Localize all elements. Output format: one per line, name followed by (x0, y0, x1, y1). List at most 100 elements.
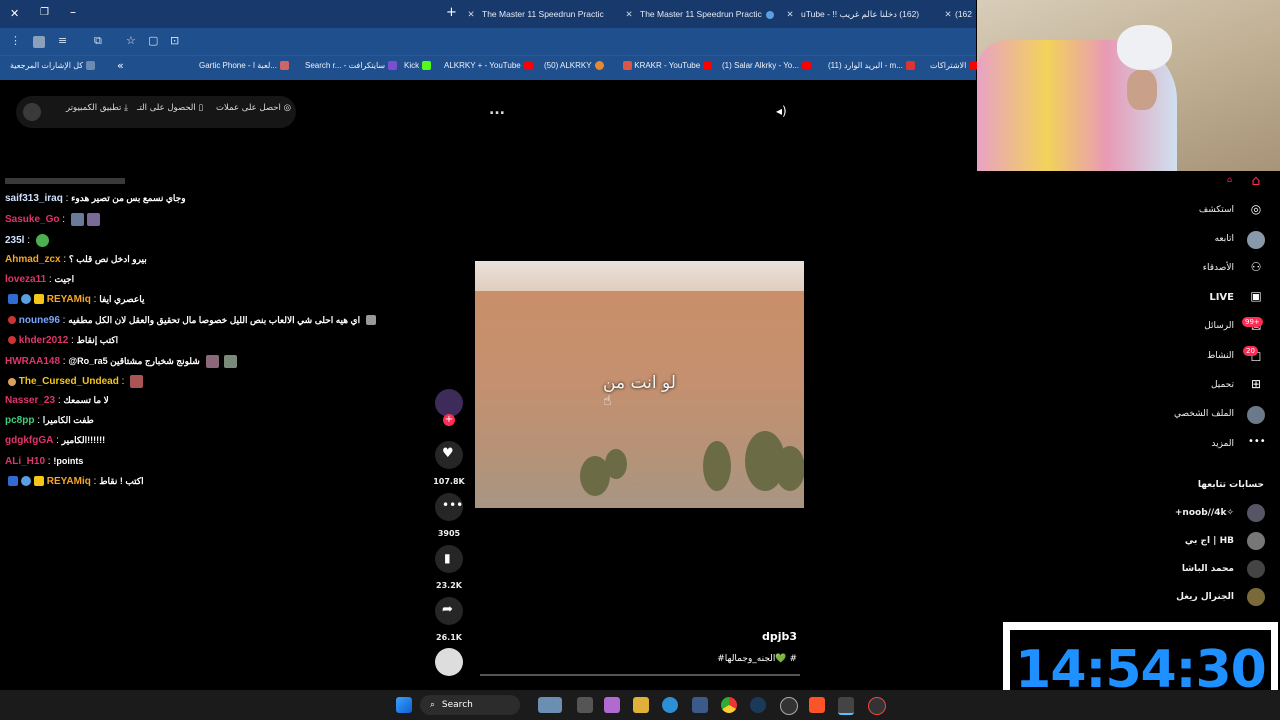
share-button[interactable]: ➦ (435, 597, 463, 625)
video-progress-bar[interactable] (480, 674, 800, 676)
profile-avatar[interactable] (1247, 406, 1265, 424)
get-coins-link[interactable]: احصل على عملات ◎ (216, 103, 291, 113)
tab-youtube-2[interactable]: ✕ (162 (943, 4, 976, 24)
sidebar-item-live[interactable]: LIVE (1209, 292, 1234, 303)
live-icon[interactable]: ▣ (1248, 289, 1264, 305)
badge-icon (8, 377, 16, 386)
chat-text: طفت الكاميرا (42, 415, 94, 425)
following-account-name[interactable]: محمد الباشا (1182, 564, 1234, 574)
more-options-icon[interactable]: ... (489, 102, 505, 118)
star-bookmark-icon[interactable]: ☆ (126, 34, 136, 47)
close-window-icon[interactable]: ✕ (10, 7, 19, 20)
menu-dots-icon[interactable]: ⋮ (10, 34, 21, 47)
music-disc-icon[interactable] (435, 648, 463, 676)
video-player[interactable]: لو انت من (475, 261, 804, 508)
bookmark-subscriptions[interactable]: الاشتراكات (930, 61, 979, 71)
copilot-icon[interactable] (604, 697, 620, 713)
desktop-app-link[interactable]: تطبيق الكمبيوتر ⤓ (66, 103, 128, 113)
sidebar-item-upload[interactable]: تحميل (1211, 380, 1234, 390)
video-author[interactable]: dpjb3 (740, 630, 797, 643)
sidebar-item-explore[interactable]: استكشف (1199, 205, 1234, 215)
sidebar-item-more[interactable]: المزيد (1211, 439, 1234, 449)
following-account-avatar[interactable] (1247, 504, 1265, 522)
task-view-icon[interactable] (577, 697, 593, 713)
bookmark-all[interactable]: كل الإشارات المرجعية (10, 61, 96, 71)
activity-badge: 20 (1243, 346, 1258, 356)
chat-username: Ahmad_zcx (5, 254, 61, 265)
like-button[interactable]: ♥ (435, 441, 463, 469)
shop-icon[interactable]: ⌂ (1227, 175, 1232, 184)
tab-close-icon[interactable]: ✕ (785, 4, 795, 24)
tab-close-icon[interactable]: ✕ (466, 4, 476, 24)
sidebar-item-profile[interactable]: الملف الشخصي (1174, 409, 1234, 419)
brave-icon[interactable] (809, 697, 825, 713)
sidebar-item-following[interactable]: اتابعه (1215, 234, 1234, 244)
bookmark-label: ALKRKY + - YouTube (444, 61, 521, 70)
extension-icon[interactable] (33, 36, 45, 48)
bookmark-alkrky[interactable]: (50) ALKRKY (544, 61, 604, 71)
chevron-left-icon[interactable]: « (117, 59, 124, 72)
tab-speedrun-2[interactable]: ✕ The Master 11 Speedrun Practic (624, 4, 776, 24)
following-account-name[interactable]: اج بي | HB (1185, 536, 1234, 546)
tab-youtube[interactable]: ✕ uTube - ‫(162) دخلنا عالم غريب !!‬ (785, 4, 935, 24)
bookmark-mail[interactable]: (11) البريد الوارد - m... (828, 61, 915, 71)
get-app-link[interactable]: الحصول على التـ ▯ (137, 103, 203, 113)
share-page-icon[interactable]: ⧉ (94, 34, 102, 48)
reading-mode-icon[interactable]: ▢ (148, 34, 158, 47)
youtube-icon (801, 61, 811, 71)
taskbar-search[interactable]: ⌕ Search (420, 695, 520, 715)
follow-plus-icon[interactable]: + (443, 414, 455, 426)
steam-icon[interactable] (750, 697, 766, 713)
user-avatar[interactable] (23, 103, 41, 121)
sidebar-item-friends[interactable]: الأصدقاء (1203, 263, 1234, 273)
following-account-avatar[interactable] (1247, 532, 1265, 550)
following-account-name[interactable]: +noob//4k✧ (1175, 508, 1234, 518)
chat-username: saif313_iraq (5, 193, 63, 204)
home-icon[interactable]: ⌂ (1248, 173, 1264, 189)
emote-icon (70, 213, 84, 226)
volume-icon[interactable]: ◂) (776, 104, 787, 118)
more-dots-icon[interactable]: ••• (1248, 436, 1266, 452)
chat-text: ياعصري ايفا (99, 294, 145, 304)
save-button[interactable]: ▮ (435, 545, 463, 573)
widgets-icon[interactable] (538, 697, 562, 713)
bookmark-krakr[interactable]: KRAKR - YouTube (620, 61, 713, 71)
chrome-icon[interactable] (721, 697, 737, 713)
bookmark-alkrky-yt[interactable]: ALKRKY + - YouTube (444, 61, 533, 71)
bookmark-gartic[interactable]: Gartic Phone - لعبة ا... (199, 61, 289, 71)
minimize-window-icon[interactable]: – (70, 5, 76, 19)
tab-speedrun-1[interactable]: ✕ The Master 11 Speedrun Practic (466, 4, 616, 24)
following-avatar[interactable] (1247, 231, 1265, 249)
following-account-avatar[interactable] (1247, 560, 1265, 578)
restore-window-icon[interactable]: ❐ (40, 7, 49, 18)
playlist-icon[interactable]: ≡ (58, 34, 67, 47)
capcut-icon[interactable] (838, 697, 854, 715)
sidebar-item-activity[interactable]: النشاط (1207, 351, 1234, 361)
bookmark-search[interactable]: Search r... - سايتكرافت (305, 61, 398, 71)
comment-button[interactable]: ••• (435, 493, 463, 521)
settings-gear-icon[interactable] (780, 697, 798, 715)
compass-icon[interactable]: ◎ (1248, 202, 1264, 218)
video-description[interactable]: #الجنه_وجمالها💚 # (640, 654, 797, 664)
file-explorer-icon[interactable] (633, 697, 649, 713)
windows-start-icon[interactable] (396, 697, 412, 713)
youtube-icon (703, 61, 713, 71)
tab-close-icon[interactable]: ✕ (943, 4, 953, 24)
chat-message: gdgkfgGA : الكامير!!!!!! (5, 435, 106, 446)
bookmark-salar[interactable]: (1) Salar Alkrky - Yo... (722, 61, 811, 71)
friends-icon[interactable]: ⚇ (1248, 260, 1264, 276)
phone-icon: ▯ (198, 103, 204, 113)
edge-icon[interactable] (662, 697, 678, 713)
sidebar-item-messages[interactable]: الرسائل (1204, 321, 1234, 331)
bookmark-kick[interactable]: Kick (404, 61, 432, 71)
obs-icon[interactable] (868, 697, 886, 715)
following-account-name[interactable]: الجنرال ريغل (1176, 592, 1234, 602)
store-icon[interactable] (692, 697, 708, 713)
upload-icon[interactable]: ⊞ (1248, 377, 1264, 393)
new-tab-button[interactable]: + (446, 5, 457, 20)
desktop-app-label: تطبيق الكمبيوتر (66, 103, 122, 113)
tab-close-icon[interactable]: ✕ (624, 4, 634, 24)
cast-icon[interactable]: ⊡ (170, 34, 179, 47)
creator-avatar[interactable] (435, 389, 463, 417)
following-account-avatar[interactable] (1247, 588, 1265, 606)
